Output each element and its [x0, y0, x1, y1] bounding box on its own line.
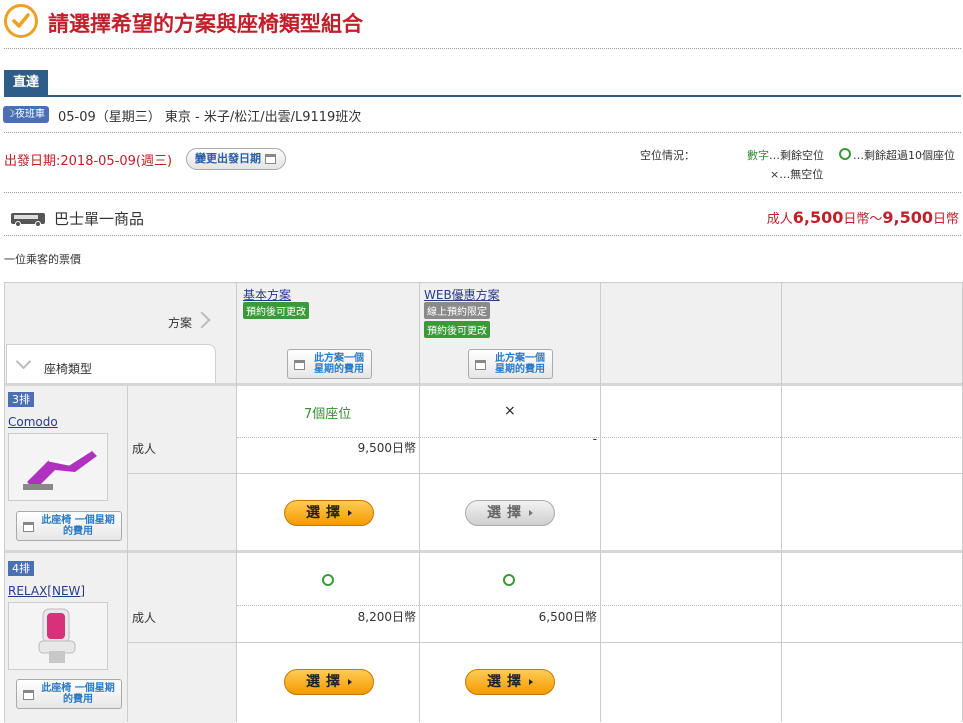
calendar-icon: [264, 154, 276, 164]
row-badge: 4排: [8, 561, 34, 576]
legend-number: 數字…剩餘空位: [747, 149, 824, 162]
seat-name-link[interactable]: RELAX[NEW]: [8, 584, 85, 598]
chevron-right-icon: [193, 311, 211, 329]
divider: [4, 235, 961, 236]
divider: [600, 282, 601, 722]
product-title: 巴士單一商品: [54, 210, 145, 228]
seat-comodo-week-button[interactable]: 此座椅 一個星期的費用: [16, 511, 122, 541]
change-date-button[interactable]: 變更出發日期: [186, 148, 286, 170]
divider: [128, 473, 963, 474]
available-over-10-icon: [503, 574, 515, 586]
route-info: 05-09（星期三） 東京 - 米子/松江/出雲/L9119班次: [58, 110, 362, 125]
divider: [236, 282, 237, 722]
price: 6,500日幣: [538, 610, 597, 624]
select-button[interactable]: 選擇: [284, 500, 374, 526]
select-button[interactable]: 選擇: [284, 669, 374, 695]
divider: [4, 48, 961, 49]
arrow-right-icon: [529, 510, 533, 516]
plan-web-link[interactable]: WEB優惠方案: [424, 286, 500, 303]
divider: [128, 642, 963, 643]
tag-online-only: 線上預約限定: [424, 302, 490, 319]
row-badge: 3排: [8, 392, 34, 407]
seat-type-axis-label: 座椅類型: [44, 362, 93, 376]
tag-changeable: 預約後可更改: [243, 302, 309, 319]
page-title: 請選擇希望的方案與座椅類型組合: [48, 12, 363, 36]
circle-icon: [839, 148, 851, 160]
tag-changeable: 預約後可更改: [424, 321, 490, 338]
pax-label: 成人: [132, 442, 157, 456]
pax-cell: [128, 386, 236, 550]
calendar-icon: [294, 360, 305, 370]
moon-icon: ☽: [6, 109, 15, 120]
divider: [4, 192, 961, 193]
divider: [419, 282, 420, 722]
seat-name-link[interactable]: Comodo: [8, 415, 58, 429]
tab-direct[interactable]: 直達: [4, 70, 48, 96]
seat-image: [8, 433, 108, 501]
availability-count: 7個座位: [304, 407, 352, 422]
per-passenger-note: 一位乘客的票價: [4, 253, 81, 266]
divider: [4, 132, 961, 133]
divider: [781, 282, 782, 722]
price: 8,200日幣: [357, 610, 416, 624]
check-icon: [4, 4, 38, 38]
departure-date: 出發日期:2018-05-09(週三): [4, 154, 173, 169]
legend-over-10: …剩餘超過10個座位: [853, 149, 955, 162]
plan-axis-label: 方案: [168, 316, 193, 330]
plan-basic-week-button[interactable]: 此方案一個 星期的費用: [287, 349, 372, 379]
sold-out-mark: ×: [504, 403, 516, 419]
calendar-icon: [23, 522, 34, 532]
pax-cell: [128, 553, 236, 723]
seat-type-tab: [6, 344, 216, 383]
seat-relax-week-button[interactable]: 此座椅 一個星期的費用: [16, 679, 122, 709]
select-button-disabled[interactable]: 選擇: [465, 500, 555, 526]
price: 9,500日幣: [357, 441, 416, 455]
plan-web-week-button[interactable]: 此方案一個 星期的費用: [468, 349, 553, 379]
arrow-right-icon: [529, 679, 533, 685]
calendar-icon: [23, 690, 34, 700]
legend-none: ×…無空位: [770, 168, 824, 181]
price: -: [592, 432, 597, 446]
price-range: 成人6,500日幣～9,500日幣: [766, 208, 959, 227]
availability-label: 空位情況：: [640, 149, 695, 162]
plan-seat-grid: 方案 座椅類型 基本方案 預約後可更改 此方案一個 星期的費用 WEB優惠方案 …: [4, 282, 963, 723]
night-bus-badge: ☽夜班車: [3, 106, 49, 123]
arrow-right-icon: [348, 510, 352, 516]
chevron-down-icon: [15, 353, 32, 370]
arrow-right-icon: [348, 679, 352, 685]
available-over-10-icon: [322, 574, 334, 586]
select-button[interactable]: 選擇: [465, 669, 555, 695]
divider: [127, 386, 128, 722]
bus-icon: [10, 211, 46, 230]
seat-image: [8, 602, 108, 670]
calendar-icon: [475, 360, 486, 370]
pax-label: 成人: [132, 611, 157, 625]
divider: [4, 282, 963, 283]
plan-basic-link[interactable]: 基本方案: [243, 286, 291, 303]
divider: [4, 282, 5, 722]
tab-underline: [4, 95, 961, 97]
